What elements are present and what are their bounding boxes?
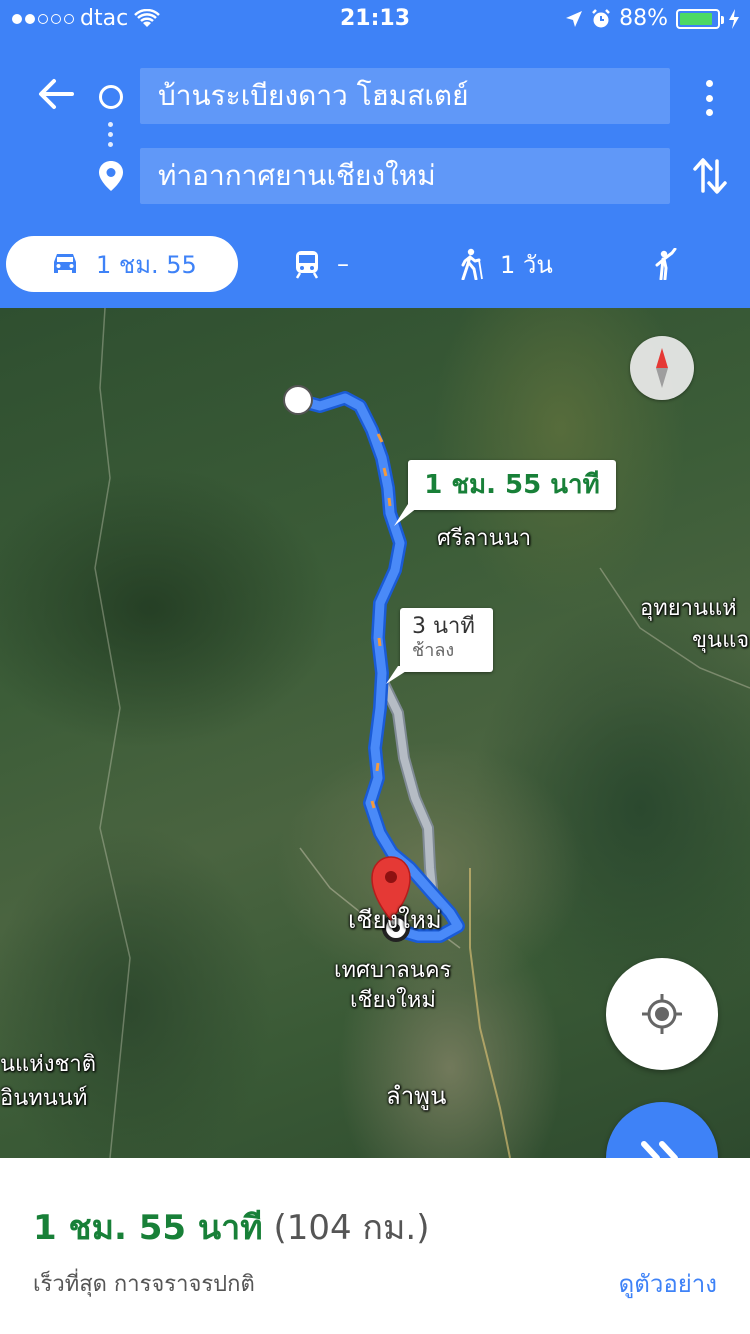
origin-field[interactable]: บ้านระเบียงดาว โฮมสเตย์ <box>140 68 670 124</box>
map-label-sri-lanna: ศรีลานนา <box>437 526 532 551</box>
crosshair-icon <box>642 994 682 1034</box>
route-duration-callout[interactable]: 1 ชม. 55 นาที <box>408 460 616 510</box>
travel-mode-tabs: 1 ชม. 55 – 1 วัน <box>0 236 750 292</box>
hail-icon <box>655 248 677 280</box>
origin-circle-icon <box>99 85 123 109</box>
map-label-national-park-2: อินทนนท์ <box>0 1086 88 1111</box>
map-label-municipality-2: เชียงใหม่ <box>350 988 436 1013</box>
charging-icon <box>729 8 739 29</box>
map-label-park-1: อุทยานแห่ <box>640 596 737 621</box>
alt-callout-pointer <box>386 666 414 684</box>
map-label-national-park-1: นแห่งชาติ <box>0 1052 97 1077</box>
battery-percent: 88% <box>619 6 668 31</box>
compass-button[interactable] <box>630 336 694 400</box>
tab-transit[interactable]: – <box>293 236 349 292</box>
my-location-button[interactable] <box>606 958 718 1070</box>
tab-driving[interactable]: 1 ชม. 55 <box>6 236 238 292</box>
route-summary-panel[interactable]: 1 ชม. 55 นาที (104 กม.) เร็วที่สุด การจร… <box>0 1158 750 1334</box>
alt-route-time: 3 นาที <box>412 614 475 639</box>
status-right: 88% <box>565 6 740 31</box>
tab-ride-hailing[interactable] <box>652 236 680 292</box>
compass-icon <box>656 348 668 388</box>
map-label-lamphun: ลำพูน <box>386 1082 447 1110</box>
directions-header: บ้านระเบียงดาว โฮมสเตย์ ท่าอากาศยานเชียง… <box>0 40 750 308</box>
origin-marker[interactable] <box>283 385 313 415</box>
car-icon <box>54 254 76 273</box>
status-bar: dtac 21:13 88% <box>0 0 750 40</box>
map-label-chiang-mai: เชียงใหม่ <box>348 906 442 934</box>
route-connector-icon <box>108 122 113 147</box>
swap-icon[interactable] <box>690 155 730 197</box>
destination-field[interactable]: ท่าอากาศยานเชียงใหม่ <box>140 148 670 204</box>
alt-route-note: ช้าลง <box>412 640 455 661</box>
destination-pin-icon <box>99 161 123 191</box>
preview-link[interactable]: ดูตัวอย่าง <box>619 1264 717 1303</box>
map-label-park-2: ขุนแจ <box>692 628 750 653</box>
location-arrow-icon <box>566 10 583 27</box>
driving-time: 1 ชม. 55 <box>96 250 197 279</box>
route-summary: 1 ชม. 55 นาที (104 กม.) <box>33 1200 430 1254</box>
train-icon <box>295 251 319 279</box>
alarm-icon <box>592 8 610 27</box>
route-traffic-status: เร็วที่สุด การจราจรปกติ <box>33 1272 255 1297</box>
walking-icon <box>461 248 483 280</box>
back-arrow-icon[interactable] <box>36 74 76 114</box>
route-distance: (104 กม.) <box>273 1208 430 1248</box>
tab-walking[interactable]: 1 วัน <box>458 236 553 292</box>
route-duration: 1 ชม. 55 นาที <box>33 1208 263 1248</box>
more-options-icon[interactable] <box>697 78 721 118</box>
battery-fill <box>680 12 712 25</box>
alternative-route-callout[interactable]: 3 นาที ช้าลง <box>400 608 493 672</box>
battery-icon <box>676 8 724 29</box>
transit-time: – <box>337 250 349 278</box>
callout-pointer <box>394 504 422 526</box>
walking-time: 1 วัน <box>500 250 553 279</box>
